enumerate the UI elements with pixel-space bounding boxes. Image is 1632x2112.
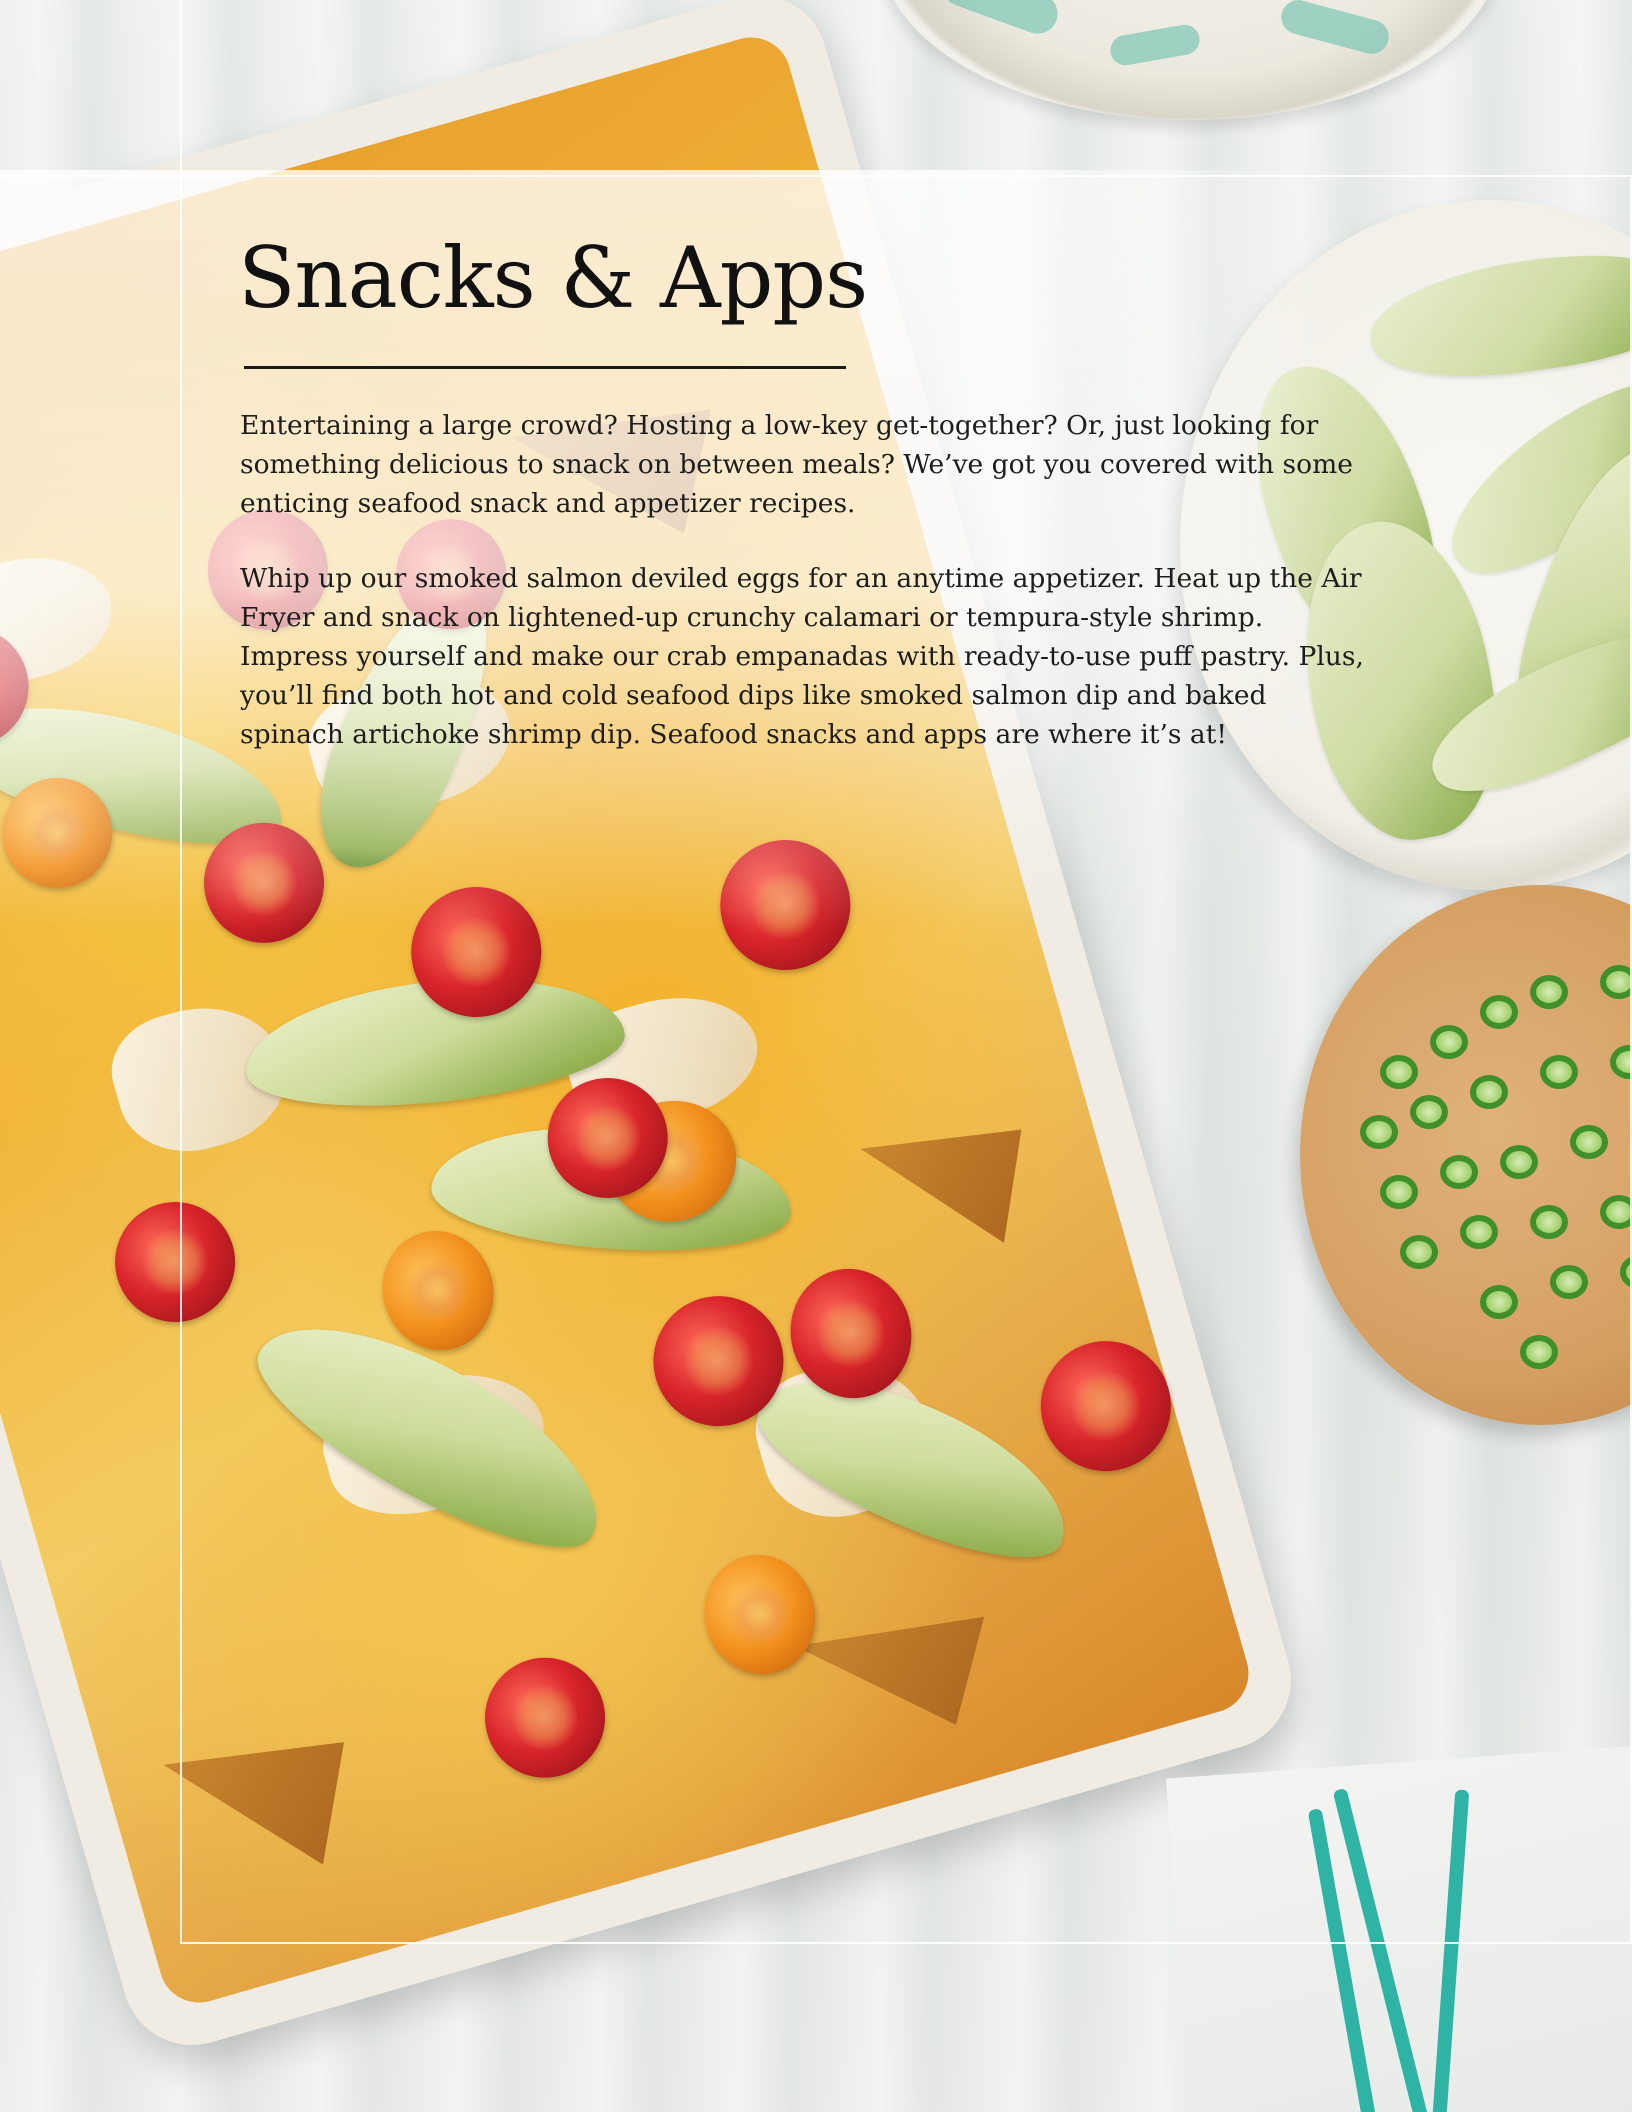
- title-underline: [244, 366, 846, 369]
- intro-paragraph: Entertaining a large crowd? Hosting a lo…: [240, 410, 1353, 519]
- recipes-paragraph: Whip up our smoked salmon deviled eggs f…: [240, 563, 1364, 750]
- frame-line-top: [0, 175, 1632, 177]
- frame-line-left: [180, 0, 182, 1944]
- kitchen-towel-image: [1165, 1742, 1632, 2112]
- frame-line-bottom: [180, 1942, 1632, 1944]
- page: Snacks & Apps Entertaining a large crowd…: [0, 0, 1632, 2112]
- page-title: Snacks & Apps: [238, 229, 868, 327]
